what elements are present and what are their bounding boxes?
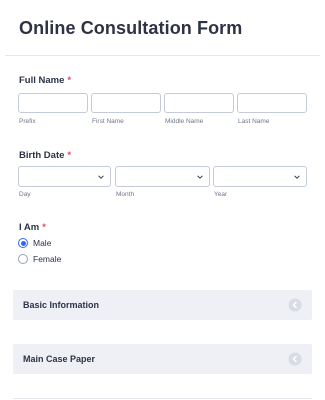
radio-button-female[interactable] [18, 254, 28, 264]
month-sublabel: Month [116, 191, 135, 198]
year-sublabel: Year [214, 191, 228, 198]
title-divider [5, 55, 320, 56]
required-mark: * [42, 222, 46, 233]
chevron-down-icon [98, 175, 104, 179]
chevron-down-icon [294, 175, 300, 179]
birth-date-label-text: Birth Date [19, 150, 65, 161]
section-title: Main Case Paper [23, 354, 96, 364]
year-select[interactable] [213, 166, 307, 187]
gender-label-text: I Am [19, 222, 40, 233]
full-name-label: Full Name * [19, 75, 71, 86]
last-name-sublabel: Last Name [238, 118, 270, 125]
collapse-arrow-icon [288, 298, 302, 312]
prefix-input[interactable] [18, 93, 88, 113]
bottom-divider [13, 398, 312, 399]
first-name-input[interactable] [91, 93, 161, 113]
collapse-arrow-icon [288, 352, 302, 366]
section-title: Basic Information [23, 300, 100, 310]
section-main-case-paper[interactable]: Main Case Paper [13, 344, 312, 374]
radio-button-male[interactable] [18, 238, 28, 248]
full-name-label-text: Full Name [19, 75, 65, 86]
chevron-down-icon [197, 175, 203, 179]
day-select[interactable] [18, 166, 111, 187]
prefix-sublabel: Prefix [19, 118, 36, 125]
middle-name-sublabel: Middle Name [165, 118, 204, 125]
gender-option-female-label: Female [33, 254, 62, 264]
birth-date-label: Birth Date * [19, 150, 71, 161]
required-mark: * [67, 75, 72, 86]
required-mark: * [67, 150, 72, 161]
gender-option-female[interactable]: Female [18, 254, 61, 264]
middle-name-input[interactable] [164, 93, 234, 113]
gender-label: I Am * [19, 222, 46, 233]
gender-option-male[interactable]: Male [18, 238, 51, 248]
day-sublabel: Day [19, 191, 31, 198]
form-title: Online Consultation Form [19, 18, 243, 38]
last-name-input[interactable] [237, 93, 307, 113]
gender-option-male-label: Male [33, 238, 52, 248]
month-select[interactable] [115, 166, 210, 187]
first-name-sublabel: First Name [92, 118, 124, 125]
section-basic-information[interactable]: Basic Information [13, 290, 312, 320]
